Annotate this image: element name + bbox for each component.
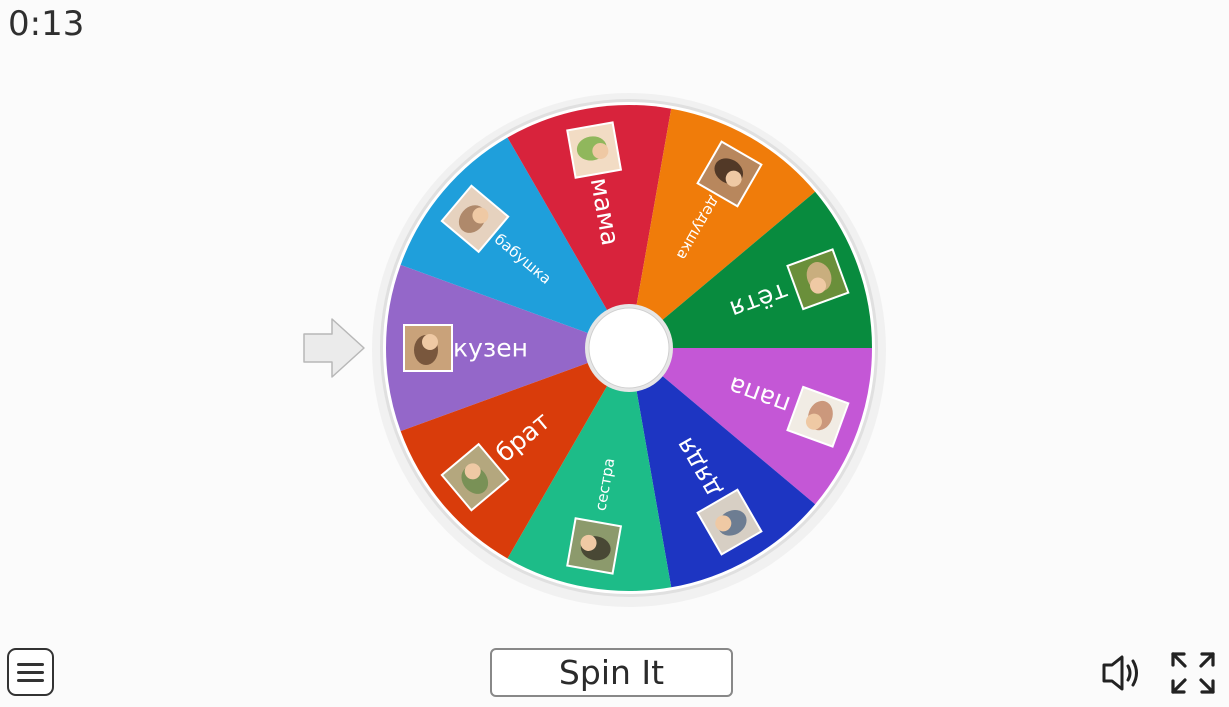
- menu-icon-bar: [17, 670, 44, 674]
- arrow-pointer-icon: [303, 318, 365, 378]
- wheel-hub[interactable]: [588, 307, 670, 389]
- spin-button[interactable]: Spin It: [490, 648, 733, 697]
- speaker-icon[interactable]: [1100, 652, 1146, 694]
- menu-icon-bar: [17, 678, 44, 682]
- cousin-photo-icon: [403, 324, 453, 372]
- menu-button[interactable]: [7, 648, 54, 696]
- wheel-segment-label: кузен: [453, 334, 528, 363]
- spinner-wheel[interactable]: кузенбабушкамама дедушкатётяпападядясестр…: [0, 0, 1229, 707]
- fullscreen-icon[interactable]: [1170, 651, 1216, 695]
- mom-photo-icon: [566, 121, 623, 179]
- menu-icon-bar: [17, 662, 44, 666]
- wheel-game: 0:13 кузен бабушка мама дедушка тётя папа дядя…: [0, 0, 1229, 707]
- sister-photo-icon: [566, 517, 623, 575]
